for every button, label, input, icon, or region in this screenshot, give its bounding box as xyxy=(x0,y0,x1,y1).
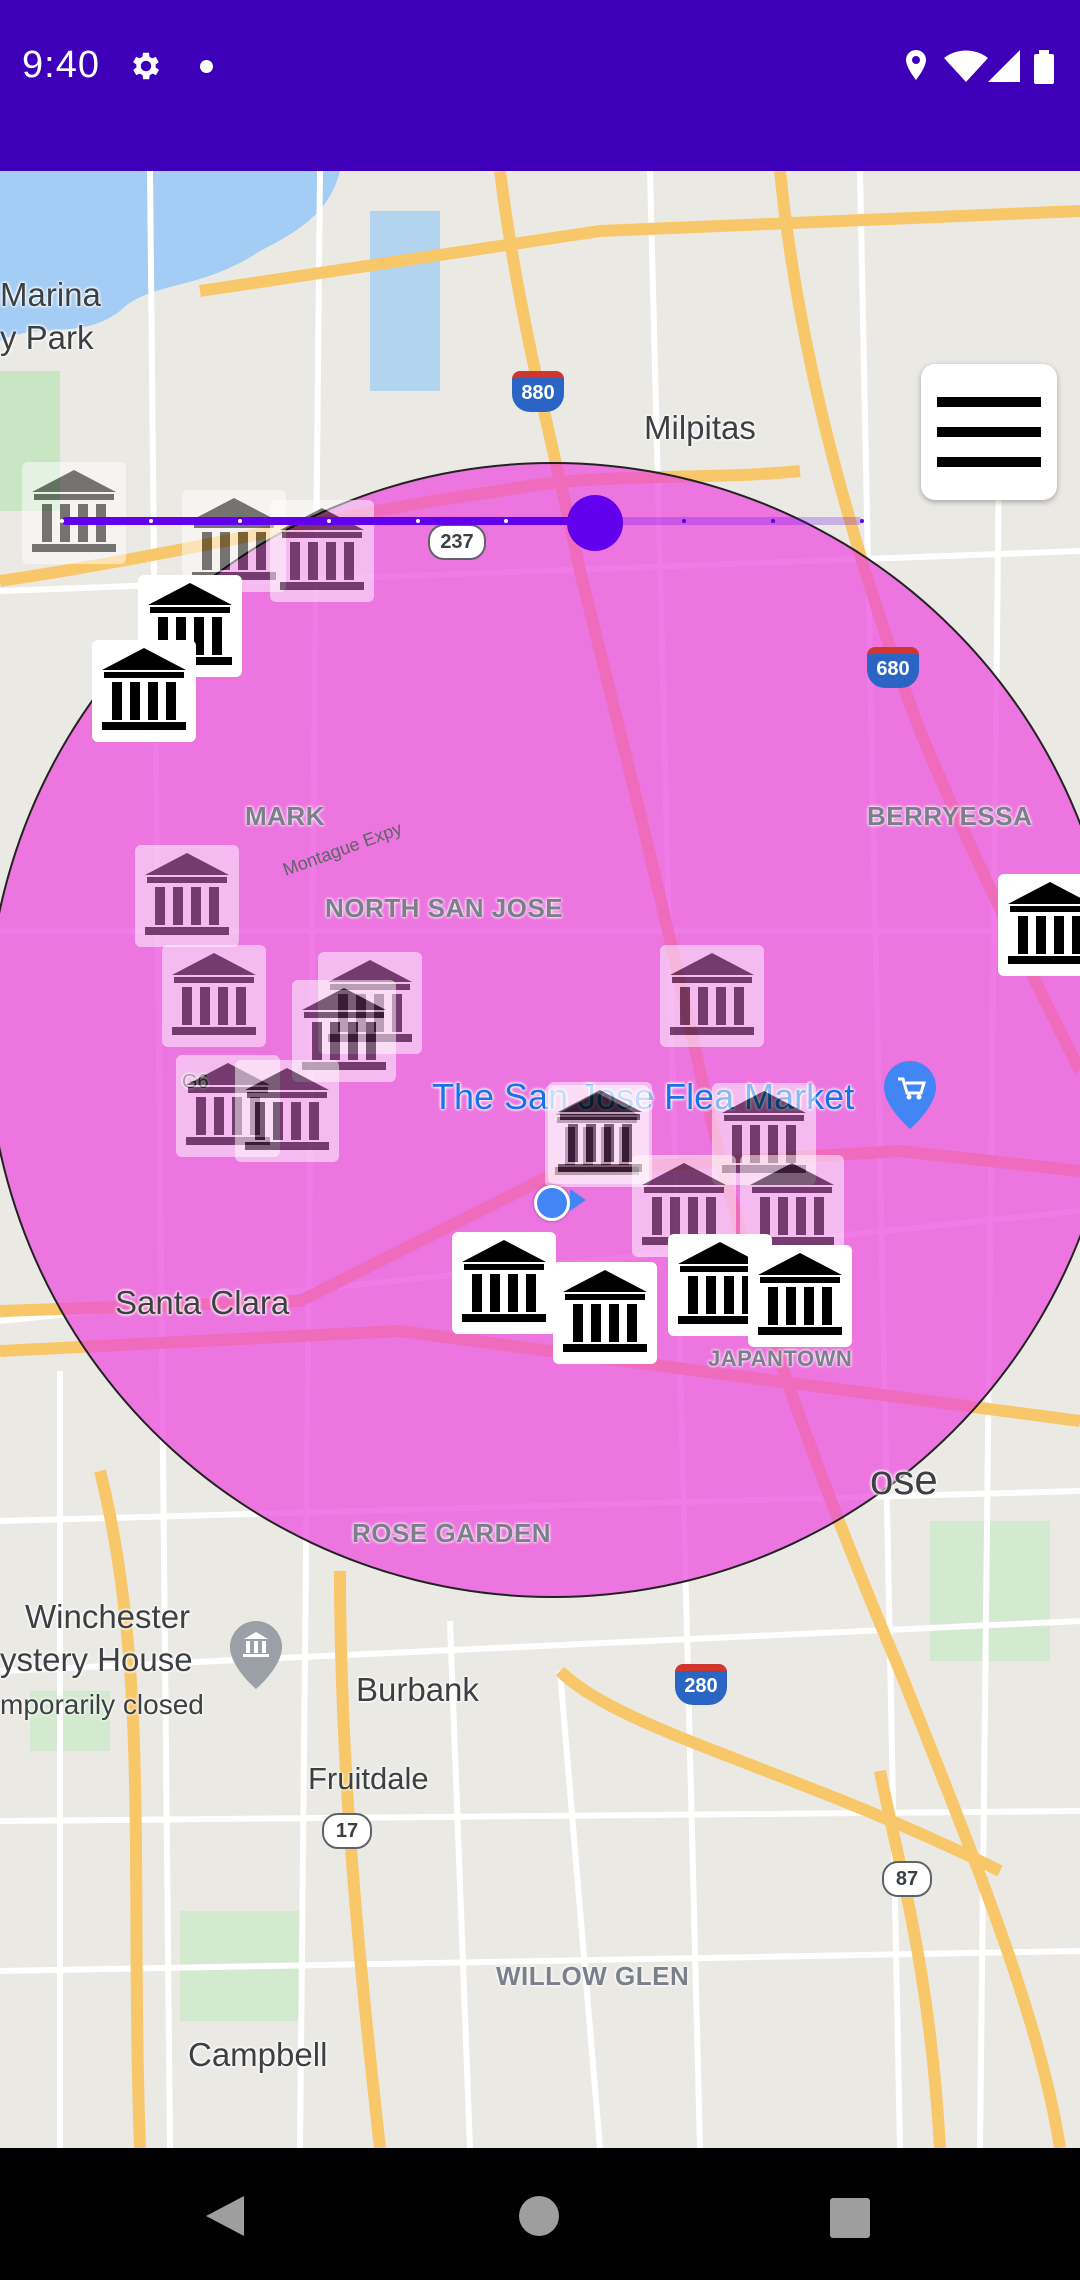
map-label-milpitas: Milpitas xyxy=(644,409,756,446)
museum-icon[interactable] xyxy=(660,945,764,1047)
shield-sr17: 17 xyxy=(322,1813,372,1849)
map-label-park: y Park xyxy=(0,319,94,356)
map-label-japantown: JAPANTOWN xyxy=(708,1346,853,1371)
shield-sr87: 87 xyxy=(882,1861,932,1897)
map-label-north-san-jose: NORTH SAN JOSE xyxy=(325,893,564,923)
museum-icon[interactable] xyxy=(162,945,266,1047)
location-icon xyxy=(906,50,926,80)
signal-icon xyxy=(988,50,1020,82)
home-icon[interactable] xyxy=(518,2195,560,2242)
map-label-mark: MARK xyxy=(245,801,325,831)
status-time: 9:40 xyxy=(22,44,100,86)
notification-dot-icon xyxy=(200,60,213,73)
gear-icon xyxy=(128,48,164,89)
map-label-winchester: Winchester xyxy=(25,1598,191,1635)
museum-icon[interactable] xyxy=(748,1245,852,1347)
map-view[interactable]: Marina y Park Milpitas 880 237 680 BERRY… xyxy=(0,171,1080,2148)
current-location-dot xyxy=(534,1185,570,1221)
museum-icon[interactable] xyxy=(92,640,196,742)
battery-icon xyxy=(1034,50,1054,84)
shield-i280: 280 xyxy=(675,1664,727,1705)
slider-tick xyxy=(237,519,242,523)
status-bar: 9:40 xyxy=(0,0,1080,171)
shield-i880: 880 xyxy=(512,371,564,412)
map-label-temporarily-closed: mporarily closed xyxy=(0,1689,204,1720)
slider-tick xyxy=(326,519,331,523)
map-label-willow-glen: WILLOW GLEN xyxy=(496,1961,690,1991)
map-label-san-jose: ose xyxy=(870,1456,938,1503)
museum-icon[interactable] xyxy=(452,1232,556,1334)
museum-icon[interactable] xyxy=(553,1262,657,1364)
map-label-santa-clara: Santa Clara xyxy=(115,1284,290,1321)
map-label-rose-garden: ROSE GARDEN xyxy=(352,1518,552,1548)
slider-tick xyxy=(860,519,864,523)
wifi-icon xyxy=(944,50,988,82)
map-label-burbank: Burbank xyxy=(356,1671,479,1708)
map-label-marina: Marina xyxy=(0,276,101,313)
museum-icon[interactable] xyxy=(235,1060,339,1162)
status-icons xyxy=(900,46,1060,91)
slider-tick xyxy=(148,519,153,523)
navigation-bar xyxy=(0,2148,1080,2280)
recents-icon[interactable] xyxy=(829,2197,871,2244)
slider-thumb[interactable] xyxy=(567,495,624,551)
map-label-campbell: Campbell xyxy=(188,2036,328,2073)
museum-icon[interactable] xyxy=(998,874,1080,976)
slider-tick xyxy=(60,519,64,523)
museum-pin-icon xyxy=(228,1619,284,1696)
museum-icon[interactable] xyxy=(135,845,239,947)
map-label-fruitdale: Fruitdale xyxy=(308,1761,429,1796)
map-label-berryessa: BERRYESSA xyxy=(867,801,1033,831)
hamburger-menu-icon[interactable] xyxy=(921,364,1057,500)
location-direction-icon xyxy=(570,1189,586,1211)
shopping-cart-pin-icon xyxy=(882,1059,938,1136)
map-label-mystery-house: ystery House xyxy=(0,1641,193,1678)
back-icon[interactable] xyxy=(202,2192,248,2245)
radius-slider[interactable] xyxy=(60,495,864,551)
shield-i680: 680 xyxy=(867,647,919,688)
slider-tick xyxy=(415,519,420,523)
